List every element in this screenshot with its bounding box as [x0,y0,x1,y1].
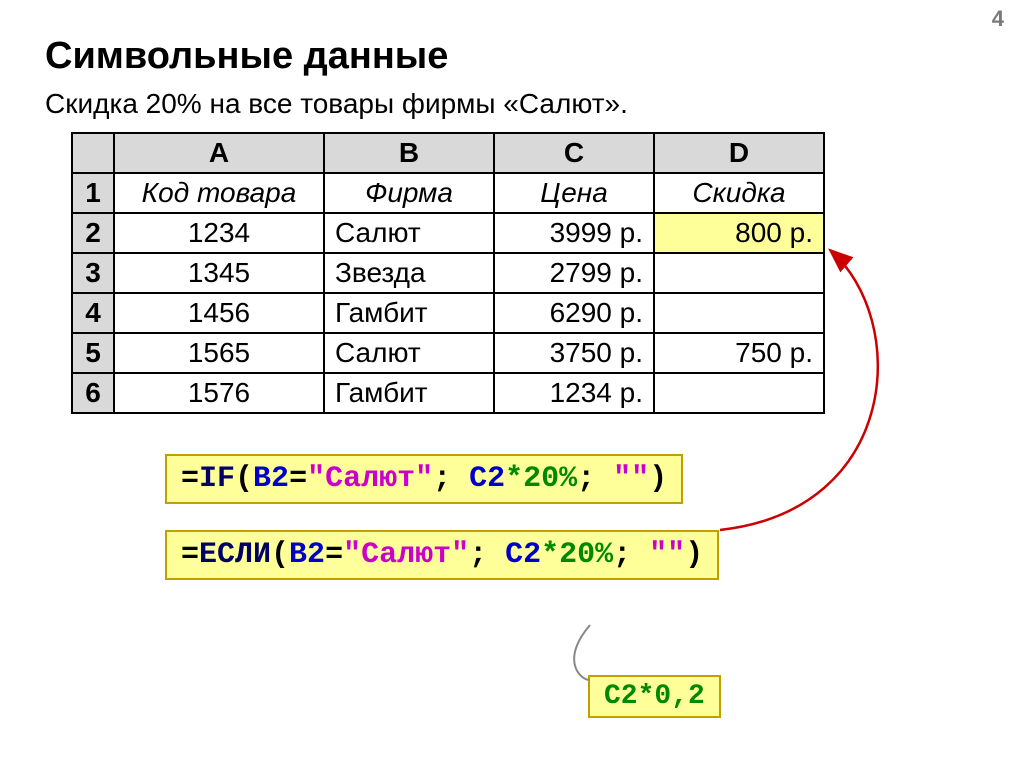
table-row: 2 1234 Салют 3999 р. 800 р. [72,213,824,253]
expression: *20% [505,462,577,496]
string-literal: "" [613,462,649,496]
table-row: 5 1565 Салют 3750 р. 750 р. [72,333,824,373]
function-name: IF [199,462,235,496]
table-row: 3 1345 Звезда 2799 р. [72,253,824,293]
string-literal: "" [649,538,685,572]
semicolon: ; [433,462,469,496]
equals-sign: = [325,538,343,572]
right-paren: ) [685,538,703,572]
cell-a4: 1456 [114,293,324,333]
semicolon: ; [577,462,613,496]
cell-d6 [654,373,824,413]
cell-reference: C2 [469,462,505,496]
cell-d5: 750 р. [654,333,824,373]
cell-b5: Салют [324,333,494,373]
table-row: 1 Код товара Фирма Цена Скидка [72,173,824,213]
semicolon: ; [613,538,649,572]
subtitle: Скидка 20% на все товары фирмы «Салют». [45,88,984,120]
expression: *20% [541,538,613,572]
cell-b2: Салют [324,213,494,253]
col-header-d: D [654,133,824,173]
cell-reference: C2 [505,538,541,572]
col-header-b: B [324,133,494,173]
left-paren: ( [235,462,253,496]
formula-esli: =ЕСЛИ(B2="Салют"; C2*20%; "") [165,530,719,580]
row-number: 5 [72,333,114,373]
function-name: ЕСЛИ [199,538,271,572]
col-header-a: A [114,133,324,173]
column-header-row: A B C D [72,133,824,173]
cell-reference: B2 [289,538,325,572]
cell-d4 [654,293,824,333]
row-number: 2 [72,213,114,253]
formula-if: =IF(B2="Салют"; C2*20%; "") [165,454,683,504]
table-row: 4 1456 Гамбит 6290 р. [72,293,824,333]
row-number: 3 [72,253,114,293]
cell-c3: 2799 р. [494,253,654,293]
cell-d3 [654,253,824,293]
right-paren: ) [649,462,667,496]
row-number: 6 [72,373,114,413]
cell-c1: Цена [494,173,654,213]
cell-d2: 800 р. [654,213,824,253]
row-number: 4 [72,293,114,333]
cell-c6: 1234 р. [494,373,654,413]
equals-sign: = [181,538,199,572]
row-number: 1 [72,173,114,213]
corner-cell [72,133,114,173]
semicolon: ; [469,538,505,572]
cell-a3: 1345 [114,253,324,293]
cell-a5: 1565 [114,333,324,373]
cell-b1: Фирма [324,173,494,213]
table-row: 6 1576 Гамбит 1234 р. [72,373,824,413]
cell-reference: B2 [253,462,289,496]
cell-a6: 1576 [114,373,324,413]
left-paren: ( [271,538,289,572]
string-literal: "Салют" [343,538,469,572]
cell-b6: Гамбит [324,373,494,413]
cell-c5: 3750 р. [494,333,654,373]
cell-b4: Гамбит [324,293,494,333]
hint-box: C2*0,2 [588,675,721,718]
equals-sign: = [289,462,307,496]
equals-sign: = [181,462,199,496]
cell-a1: Код товара [114,173,324,213]
cell-b3: Звезда [324,253,494,293]
spreadsheet-table: A B C D 1 Код товара Фирма Цена Скидка 2… [71,132,825,414]
cell-d1: Скидка [654,173,824,213]
col-header-c: C [494,133,654,173]
cell-a2: 1234 [114,213,324,253]
cell-c4: 6290 р. [494,293,654,333]
page-number: 4 [992,6,1004,32]
cell-c2: 3999 р. [494,213,654,253]
page-title: Символьные данные [45,35,984,78]
string-literal: "Салют" [307,462,433,496]
